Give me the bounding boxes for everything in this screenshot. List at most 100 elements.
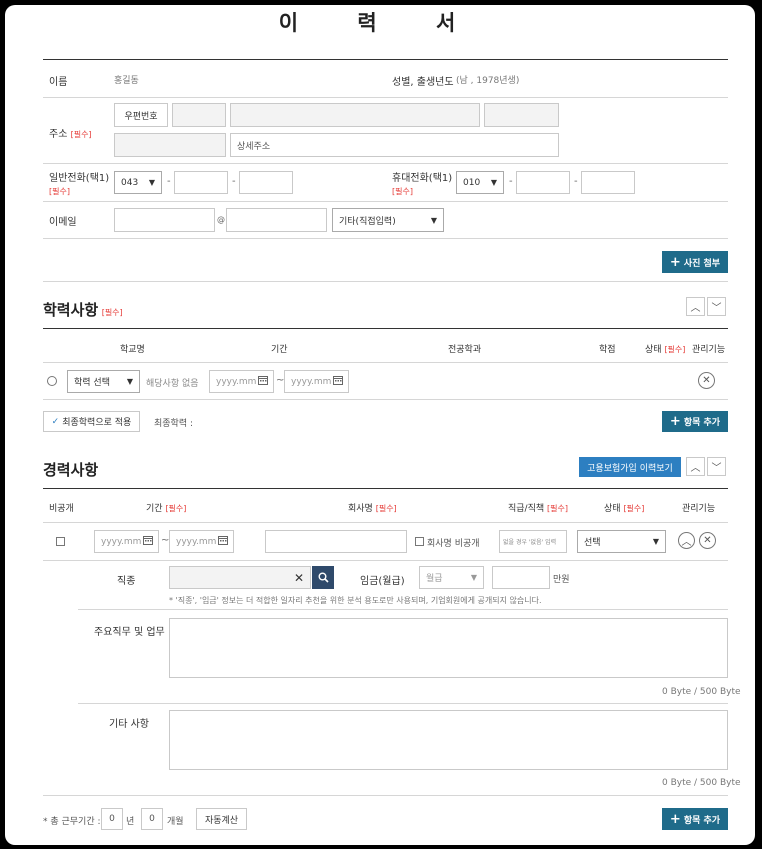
email-label: 이메일 <box>49 217 77 228</box>
plus-icon: + <box>669 811 681 827</box>
name-label: 이름 <box>49 77 68 88</box>
apply-final-education-button[interactable]: ✓ 최종학력으로 적용 <box>43 411 140 432</box>
chevron-down-icon: ▼ <box>490 178 497 187</box>
duty-textarea[interactable] <box>169 618 728 678</box>
education-row-radio[interactable] <box>47 376 57 386</box>
wage-type-select[interactable]: 월급 ▼ <box>419 566 484 589</box>
insurance-history-button[interactable]: 고용보험가입 이력보기 <box>579 457 681 477</box>
name-value: 홍길동 <box>114 76 139 86</box>
divider <box>43 399 728 400</box>
dash: - <box>232 176 236 187</box>
phone-area-select[interactable]: 043 ▼ <box>114 171 162 194</box>
dash: - <box>509 176 513 187</box>
etc-textarea[interactable] <box>169 710 728 770</box>
divider <box>78 609 728 610</box>
education-add-button[interactable]: + 항목 추가 <box>662 411 728 432</box>
school-level-select[interactable]: 학력 선택 ▼ <box>67 370 140 393</box>
divider <box>43 163 728 164</box>
required-mark: [필수] <box>101 308 123 317</box>
col-grade: 학점 <box>599 345 616 355</box>
mobile-middle-input[interactable] <box>516 171 570 194</box>
col-status: 상태 [필수] <box>604 504 645 514</box>
divider <box>43 201 728 202</box>
divider <box>43 281 728 282</box>
position-input[interactable]: 없을 경우 '없음' 입력 <box>499 530 567 553</box>
total-years-input[interactable]: 0 <box>101 808 123 830</box>
close-icon: ✕ <box>702 375 711 386</box>
mobile-prefix-select[interactable]: 010 ▼ <box>456 171 504 194</box>
address-field[interactable] <box>230 103 480 127</box>
job-wage-notice: * '직종', '임금' 정보는 더 적합한 일자리 추천을 위한 분석 용도로… <box>169 596 542 605</box>
private-checkbox[interactable] <box>56 537 65 546</box>
divider <box>43 328 728 329</box>
total-months-input[interactable]: 0 <box>141 808 163 830</box>
phone-middle-input[interactable] <box>174 171 228 194</box>
col-period: 기간 [필수] <box>146 504 187 514</box>
career-add-button[interactable]: + 항목 추가 <box>662 808 728 830</box>
delete-row-button[interactable]: ✕ <box>699 532 716 549</box>
address-extra-field[interactable] <box>484 103 559 127</box>
none-text: 해당사항 없음 <box>146 379 199 389</box>
calendar-icon <box>333 376 343 385</box>
job-search-button[interactable] <box>312 566 334 589</box>
col-company: 회사명 [필수] <box>348 504 397 514</box>
move-down-button[interactable]: ﹀ <box>707 457 726 476</box>
dash: - <box>167 176 171 187</box>
duty-byte-count: 0 Byte / 500 Byte <box>662 687 741 697</box>
career-status-select[interactable]: 선택 ▼ <box>577 530 666 553</box>
clear-icon[interactable]: ✕ <box>294 571 304 585</box>
required-mark: [필수] <box>70 130 92 139</box>
move-up-button[interactable]: ︿ <box>686 457 705 476</box>
detail-address-input[interactable]: 상세주소 <box>230 133 559 157</box>
mobile-last-input[interactable] <box>581 171 635 194</box>
col-period: 기간 <box>271 345 288 355</box>
plus-icon: + <box>669 414 681 429</box>
move-down-button[interactable]: ﹀ <box>707 297 726 316</box>
required-mark: [필수] <box>392 187 413 196</box>
divider <box>78 703 728 704</box>
plus-icon: + <box>669 254 681 270</box>
divider <box>43 488 728 489</box>
move-up-button[interactable]: ︿ <box>686 297 705 316</box>
col-manage: 관리기능 <box>682 504 716 514</box>
divider <box>43 522 728 523</box>
total-period-label: * 총 근무기간 : <box>43 817 101 827</box>
col-status: 상태 [필수] <box>645 345 686 355</box>
col-position: 직급/직책 [필수] <box>508 504 568 514</box>
career-start-date[interactable]: yyyy.mm <box>94 530 159 553</box>
zipcode-button[interactable]: 우편번호 <box>114 103 168 127</box>
zipcode-field[interactable] <box>172 103 226 127</box>
phone-last-input[interactable] <box>239 171 293 194</box>
divider <box>43 362 728 363</box>
email-id-input[interactable] <box>114 208 215 232</box>
email-domain-input[interactable] <box>226 208 327 232</box>
delete-row-button[interactable]: ✕ <box>698 372 715 389</box>
edu-start-date[interactable]: yyyy.mm <box>209 370 274 393</box>
edu-end-date[interactable]: yyyy.mm <box>284 370 349 393</box>
page-title: 이 력 서 <box>278 11 482 35</box>
final-education-label: 최종학력 : <box>154 419 194 429</box>
wage-amount-input[interactable] <box>492 566 550 589</box>
divider <box>43 795 728 796</box>
chevron-down-icon: ▼ <box>470 573 477 582</box>
years-unit: 년 <box>126 817 135 827</box>
auto-calc-button[interactable]: 자동계산 <box>196 808 247 830</box>
company-private-checkbox[interactable] <box>415 537 424 546</box>
chevron-down-icon: ﹀ <box>711 463 722 474</box>
photo-attach-button[interactable]: + 사진 첨부 <box>662 251 728 273</box>
address-reference-field[interactable] <box>114 133 226 157</box>
job-type-label: 직종 <box>117 576 136 587</box>
mobile-label: 휴대전화(택1) <box>392 173 453 184</box>
email-domain-select[interactable]: 기타(직접입력) ▼ <box>332 208 444 232</box>
resume-form: 이 력 서 이름 홍길동 성별, 출생년도 (남 , 1978년생) 주소 [필… <box>5 5 755 845</box>
move-row-up-button[interactable]: ︿ <box>678 532 695 549</box>
job-type-field[interactable]: ✕ <box>169 566 311 589</box>
chevron-down-icon: ▼ <box>126 377 133 386</box>
company-private-label: 회사명 비공개 <box>427 539 480 549</box>
months-unit: 개월 <box>167 817 184 827</box>
career-end-date[interactable]: yyyy.mm <box>169 530 234 553</box>
col-manage: 관리기능 <box>692 345 726 355</box>
chevron-down-icon: ▼ <box>430 215 437 225</box>
company-name-input[interactable] <box>265 530 407 553</box>
calendar-icon <box>218 536 228 545</box>
